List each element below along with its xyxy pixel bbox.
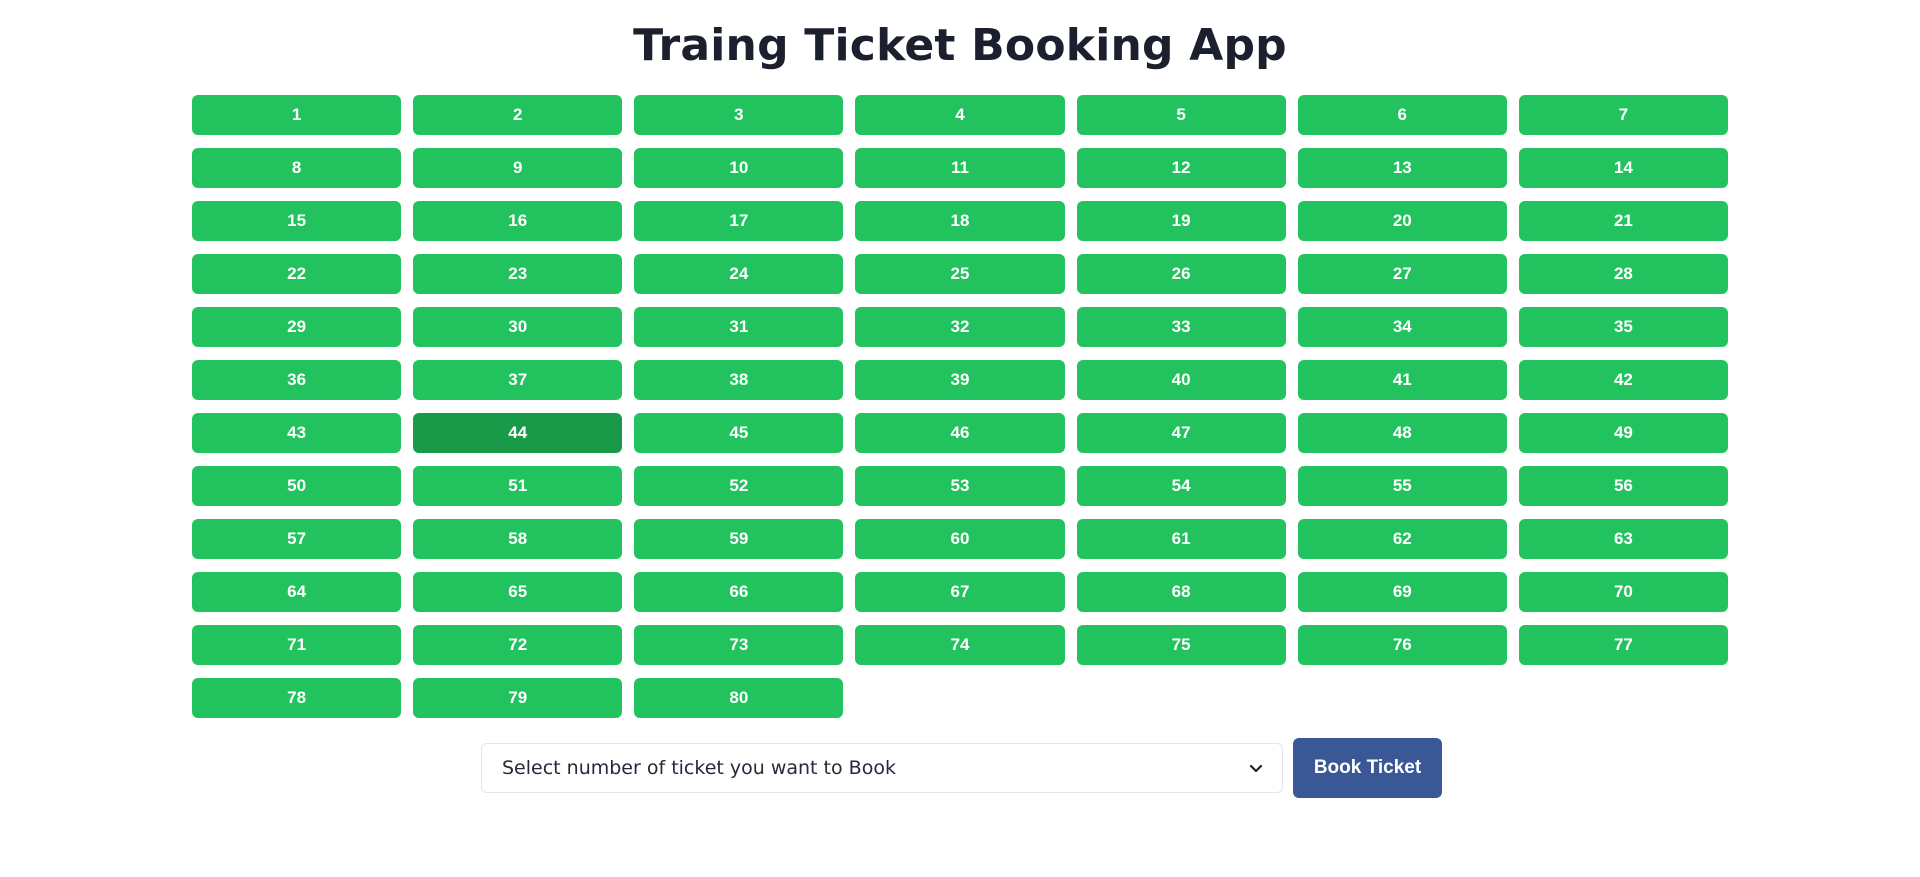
seat-button[interactable]: 65	[413, 572, 623, 612]
seat-button[interactable]: 58	[413, 519, 623, 559]
seat-button[interactable]: 51	[413, 466, 623, 506]
seat-button[interactable]: 43	[192, 413, 402, 453]
seat-button[interactable]: 55	[1297, 466, 1507, 506]
seat-button[interactable]: 23	[413, 254, 623, 294]
seat-button[interactable]: 53	[855, 466, 1065, 506]
seat-button[interactable]: 52	[634, 466, 844, 506]
seat-button[interactable]: 7	[1518, 95, 1728, 135]
seat-button[interactable]: 19	[1076, 201, 1286, 241]
seat-button[interactable]: 35	[1518, 307, 1728, 347]
seat-button[interactable]: 61	[1076, 519, 1286, 559]
chevron-down-icon	[1248, 760, 1264, 776]
seat-button[interactable]: 79	[413, 678, 623, 718]
seat-button[interactable]: 42	[1518, 360, 1728, 400]
seat-button[interactable]: 26	[1076, 254, 1286, 294]
seat-button[interactable]: 4	[855, 95, 1065, 135]
seat-button[interactable]: 22	[192, 254, 402, 294]
seat-button[interactable]: 12	[1076, 148, 1286, 188]
seat-button[interactable]: 69	[1297, 572, 1507, 612]
seat-button[interactable]: 24	[634, 254, 844, 294]
seat-button[interactable]: 47	[1076, 413, 1286, 453]
book-ticket-button[interactable]: Book Ticket	[1293, 738, 1442, 798]
seat-button[interactable]: 57	[192, 519, 402, 559]
seat-button[interactable]: 32	[855, 307, 1065, 347]
ticket-count-select-value: Select number of ticket you want to Book	[502, 757, 896, 779]
seat-button[interactable]: 34	[1297, 307, 1507, 347]
seat-button[interactable]: 15	[192, 201, 402, 241]
seat-button[interactable]: 62	[1297, 519, 1507, 559]
seat-button[interactable]: 40	[1076, 360, 1286, 400]
seat-button[interactable]: 13	[1297, 148, 1507, 188]
seat-button[interactable]: 67	[855, 572, 1065, 612]
seat-button[interactable]: 36	[192, 360, 402, 400]
seat-button[interactable]: 60	[855, 519, 1065, 559]
seat-button[interactable]: 78	[192, 678, 402, 718]
seat-button[interactable]: 49	[1518, 413, 1728, 453]
seat-button[interactable]: 18	[855, 201, 1065, 241]
seat-button[interactable]: 39	[855, 360, 1065, 400]
seat-button[interactable]: 27	[1297, 254, 1507, 294]
seat-grid: 1 2 3 4 5 6 7 8 9 10 11 12 13 14 15 16 17 18 19 20 21 22 23 24 2…	[192, 95, 1728, 718]
seat-button[interactable]: 10	[634, 148, 844, 188]
seat-button[interactable]: 11	[855, 148, 1065, 188]
seat-button[interactable]: 20	[1297, 201, 1507, 241]
seat-button[interactable]: 75	[1076, 625, 1286, 665]
seat-button[interactable]: 74	[855, 625, 1065, 665]
seat-button[interactable]: 73	[634, 625, 844, 665]
seat-button[interactable]: 31	[634, 307, 844, 347]
seat-button[interactable]: 14	[1518, 148, 1728, 188]
seat-button[interactable]: 2	[413, 95, 623, 135]
seat-button[interactable]: 5	[1076, 95, 1286, 135]
seat-button[interactable]: 46	[855, 413, 1065, 453]
seat-button[interactable]: 1	[192, 95, 402, 135]
seat-button[interactable]: 64	[192, 572, 402, 612]
seat-button[interactable]: 6	[1297, 95, 1507, 135]
seat-button[interactable]: 28	[1518, 254, 1728, 294]
seat-button[interactable]: 30	[413, 307, 623, 347]
seat-button[interactable]: 63	[1518, 519, 1728, 559]
seat-button[interactable]: 56	[1518, 466, 1728, 506]
seat-button[interactable]: 44	[413, 413, 623, 453]
seat-button[interactable]: 59	[634, 519, 844, 559]
seat-button[interactable]: 17	[634, 201, 844, 241]
seat-button[interactable]: 41	[1297, 360, 1507, 400]
seat-button[interactable]: 16	[413, 201, 623, 241]
seat-button[interactable]: 80	[634, 678, 844, 718]
seat-button[interactable]: 71	[192, 625, 402, 665]
seat-button[interactable]: 77	[1518, 625, 1728, 665]
seat-button[interactable]: 54	[1076, 466, 1286, 506]
seat-button[interactable]: 8	[192, 148, 402, 188]
seat-button[interactable]: 3	[634, 95, 844, 135]
ticket-count-select[interactable]: Select number of ticket you want to Book	[481, 743, 1283, 793]
seat-button[interactable]: 37	[413, 360, 623, 400]
seat-button[interactable]: 70	[1518, 572, 1728, 612]
seat-button[interactable]: 68	[1076, 572, 1286, 612]
seat-button[interactable]: 72	[413, 625, 623, 665]
seat-button[interactable]: 50	[192, 466, 402, 506]
seat-button[interactable]: 38	[634, 360, 844, 400]
seat-button[interactable]: 33	[1076, 307, 1286, 347]
seat-button[interactable]: 21	[1518, 201, 1728, 241]
page-title: Traing Ticket Booking App	[633, 20, 1287, 71]
seat-button[interactable]: 29	[192, 307, 402, 347]
booking-bar: Select number of ticket you want to Book…	[481, 738, 1442, 798]
seat-button[interactable]: 48	[1297, 413, 1507, 453]
seat-button[interactable]: 9	[413, 148, 623, 188]
seat-button[interactable]: 45	[634, 413, 844, 453]
seat-button[interactable]: 25	[855, 254, 1065, 294]
seat-button[interactable]: 76	[1297, 625, 1507, 665]
seat-button[interactable]: 66	[634, 572, 844, 612]
